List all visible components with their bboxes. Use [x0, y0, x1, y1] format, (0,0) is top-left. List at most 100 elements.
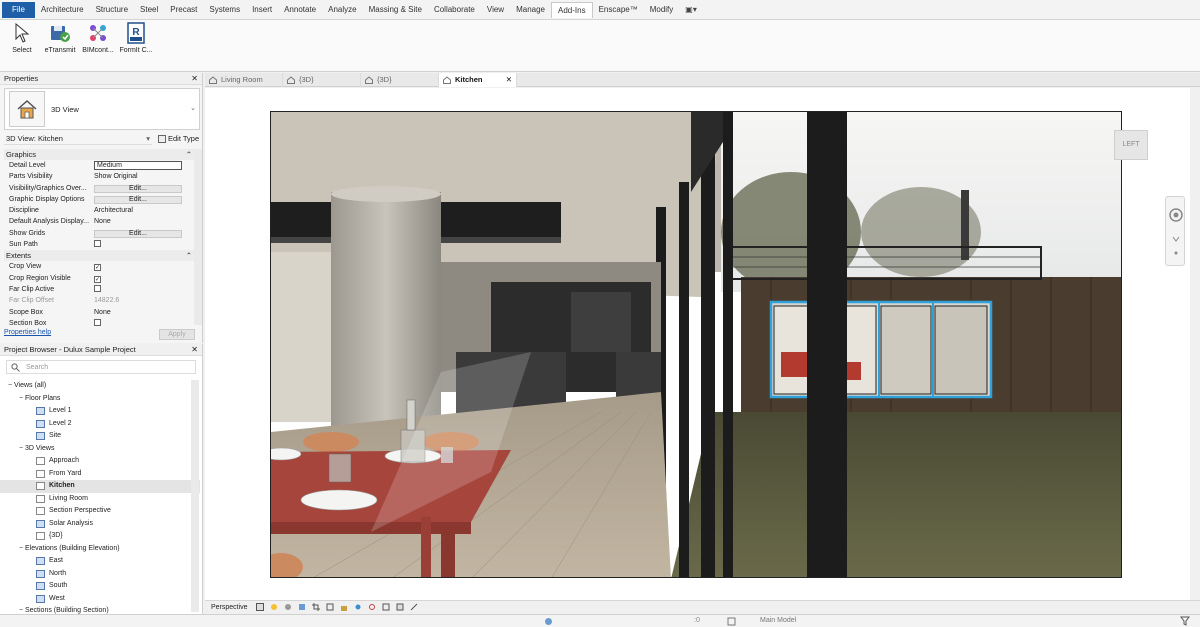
worksets-icon[interactable]	[544, 617, 553, 626]
ribbon-tab-precast[interactable]: Precast	[164, 2, 203, 18]
crop-icon[interactable]	[311, 603, 320, 611]
expand-toggle-icon[interactable]: −	[17, 393, 25, 406]
ribbon-tab-manage[interactable]: Manage	[510, 2, 551, 18]
view-icon	[36, 482, 45, 491]
tree-view-item[interactable]: East	[0, 555, 200, 568]
property-group-graphics[interactable]: Graphics ⌃	[4, 149, 194, 160]
viewcube[interactable]: LEFT	[1114, 130, 1148, 160]
hide-isolate-icon[interactable]	[354, 603, 362, 611]
type-selector[interactable]: 3D View ⌄	[4, 88, 200, 130]
tree-view-item[interactable]: South	[0, 580, 200, 593]
view-toggle-icon[interactable]: ▣▾	[685, 5, 697, 14]
shadows-icon[interactable]	[284, 603, 292, 611]
ribbon-tab-architecture[interactable]: Architecture	[35, 2, 90, 18]
ribbon-tab-collaborate[interactable]: Collaborate	[428, 2, 481, 18]
ribbon-tab-systems[interactable]: Systems	[203, 2, 246, 18]
tree-view-item[interactable]: Kitchen	[0, 480, 200, 493]
navigation-bar[interactable]	[1165, 196, 1185, 266]
expand-toggle-icon[interactable]: −	[17, 543, 25, 556]
ribbon-tab-annotate[interactable]: Annotate	[278, 2, 322, 18]
edit-button[interactable]: Edit...	[94, 195, 182, 204]
checkbox[interactable]	[94, 284, 101, 292]
kitchen-3d-view[interactable]	[270, 111, 1122, 578]
lock-icon[interactable]	[340, 603, 348, 611]
property-key: Graphic Display Options	[9, 195, 85, 203]
edit-type-button[interactable]: Edit Type	[158, 134, 199, 143]
house-icon	[443, 76, 451, 84]
bimcontent-button[interactable]: BIMcont...	[78, 22, 118, 54]
tree-label: Solar Analysis	[49, 519, 93, 527]
etransmit-button[interactable]: eTransmit	[40, 22, 80, 54]
view-tab[interactable]: Kitchen ✕	[439, 73, 517, 87]
tree-folder[interactable]: −3D Views	[0, 443, 200, 456]
crop-region-icon[interactable]	[326, 603, 334, 611]
close-icon[interactable]: ✕	[191, 344, 198, 356]
tree-folder[interactable]: − Floor Plans	[0, 393, 200, 406]
ribbon-tab-insert[interactable]: Insert	[246, 2, 278, 18]
filter-icon[interactable]	[1180, 616, 1190, 626]
ribbon-tab-massing-site[interactable]: Massing & Site	[363, 2, 428, 18]
close-icon[interactable]: ✕	[191, 73, 198, 85]
status-bar: :0 Main Model	[0, 614, 1200, 627]
ribbon-tab-add-ins[interactable]: Add-Ins	[551, 1, 593, 18]
sun-path-icon[interactable]	[270, 603, 278, 611]
edit-button[interactable]: Edit...	[94, 184, 182, 193]
visual-style-icon[interactable]	[255, 603, 264, 611]
analysis-icon[interactable]	[396, 603, 404, 611]
tree-folder[interactable]: − Elevations (Building Elevation)	[0, 543, 200, 556]
tree-view-item[interactable]: Living Room	[0, 493, 200, 506]
ribbon-tab-analyze[interactable]: Analyze	[322, 2, 362, 18]
select-button[interactable]: Select	[2, 22, 42, 54]
collapse-icon[interactable]: ⌃	[186, 149, 192, 160]
property-key: Show Grids	[9, 229, 46, 237]
formit-button[interactable]: R FormIt C...	[116, 22, 156, 54]
tree-view-item[interactable]: Level 2	[0, 418, 200, 431]
expand-toggle-icon[interactable]: −	[6, 380, 14, 393]
render-icon[interactable]	[298, 603, 306, 611]
browser-scrollbar[interactable]	[191, 380, 199, 612]
browser-search-input[interactable]: Search	[6, 360, 196, 374]
edit-button[interactable]: Edit...	[94, 229, 182, 238]
view-tab[interactable]: {3D}	[361, 73, 439, 87]
highlight-icon[interactable]	[410, 603, 418, 611]
checkbox[interactable]	[94, 318, 101, 326]
tree-folder[interactable]: − Views (all)	[0, 380, 200, 393]
chevron-down-icon[interactable]: ⌄	[190, 104, 196, 112]
design-options-icon[interactable]	[727, 617, 736, 626]
etransmit-label: eTransmit	[44, 47, 76, 54]
ribbon-tab-modify[interactable]: Modify	[644, 2, 680, 18]
detail-level-input[interactable]: Medium	[94, 161, 182, 170]
tree-view-item[interactable]: Solar Analysis	[0, 518, 200, 531]
checkbox-checked[interactable]: ✓	[94, 264, 101, 272]
view-icon	[36, 519, 45, 528]
ribbon-tab-structure[interactable]: Structure	[90, 2, 134, 18]
properties-scrollbar[interactable]	[194, 149, 202, 325]
tree-view-item[interactable]: Approach	[0, 455, 200, 468]
properties-help-link[interactable]: Properties help	[4, 329, 51, 336]
view-tab[interactable]: Living Room	[205, 73, 283, 87]
apply-button[interactable]: Apply	[159, 329, 195, 340]
checkbox-checked[interactable]: ✓	[94, 275, 101, 283]
collapse-icon[interactable]: ⌃	[186, 250, 192, 261]
active-model[interactable]: Main Model	[760, 617, 796, 624]
tree-view-item[interactable]: Site	[0, 430, 200, 443]
ribbon-tab-steel[interactable]: Steel	[134, 2, 164, 18]
close-icon[interactable]: ✕	[506, 73, 512, 87]
view-scrollbar[interactable]	[1190, 88, 1200, 600]
tree-view-item[interactable]: {3D}	[0, 530, 200, 543]
tree-view-item[interactable]: From Yard	[0, 468, 200, 481]
tree-view-item[interactable]: Level 1	[0, 405, 200, 418]
file-tab[interactable]: File	[2, 1, 35, 18]
view-name-dropdown[interactable]: 3D View: Kitchen ▾	[4, 133, 152, 145]
ribbon-tab-view[interactable]: View	[481, 2, 510, 18]
temporary-properties-icon[interactable]	[382, 603, 390, 611]
ribbon-tab-enscape-[interactable]: Enscape™	[593, 2, 644, 18]
tree-view-item[interactable]: West	[0, 593, 200, 606]
tree-view-item[interactable]: Section Perspective	[0, 505, 200, 518]
view-tab[interactable]: {3D}	[283, 73, 361, 87]
property-group-extents[interactable]: Extents ⌃	[4, 250, 194, 262]
expand-toggle-icon[interactable]: −	[17, 443, 25, 456]
reveal-hidden-icon[interactable]	[368, 603, 376, 611]
checkbox[interactable]	[94, 240, 101, 248]
tree-view-item[interactable]: North	[0, 568, 200, 581]
